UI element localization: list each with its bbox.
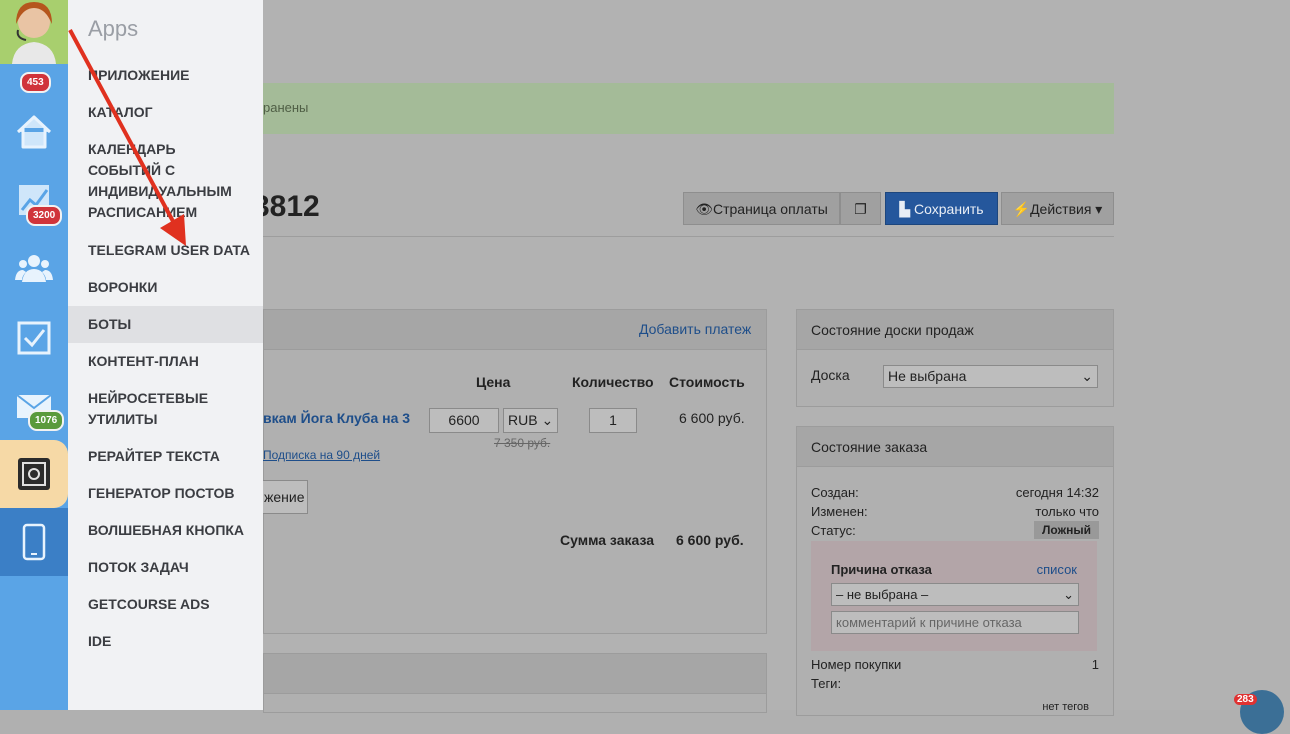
menu-item-calendar[interactable]: КАЛЕНДАРЬ СОБЫТИЙ С ИНДИВИДУАЛЬНЫМ РАСПИ… <box>68 139 263 223</box>
tasks-icon[interactable] <box>14 318 54 358</box>
menu-item-rewriter[interactable]: РЕРАЙТЕР ТЕКСТА <box>68 446 263 467</box>
phone-button[interactable] <box>0 508 68 576</box>
tags-value: нет тегов <box>1042 701 1089 713</box>
order-state-panel: Состояние заказа Создан: сегодня 14:32 И… <box>796 426 1114 716</box>
actions-dropdown[interactable]: ⚡Действия ▾ <box>1001 192 1114 225</box>
subscription-link[interactable]: Подписка на 90 дней <box>263 448 380 462</box>
col-price: Цена <box>476 374 511 390</box>
old-price: 7 350 руб. <box>494 436 551 450</box>
total-value: 6 600 руб. <box>676 532 744 548</box>
currency-select[interactable]: RUB ⌄ <box>503 408 558 433</box>
save-icon: ▙ <box>899 201 915 217</box>
save-button[interactable]: ▙ Сохранить <box>885 192 998 225</box>
board-panel: Состояние доски продаж Доска Не выбрана ⌄ <box>796 309 1114 407</box>
icon-rail: 453 3200 1076 <box>0 0 68 710</box>
board-label: Доска <box>811 367 850 383</box>
tags-label: Теги: <box>811 676 842 691</box>
order-items-panel: Добавить платеж <box>263 309 767 634</box>
page-title: 3812 <box>253 190 320 223</box>
row-cost: 6 600 руб. <box>679 410 745 426</box>
product-link[interactable]: вкам Йога Клуба на 3 <box>263 410 410 426</box>
reason-title: Причина отказа <box>831 562 932 577</box>
eye-icon: 👁 <box>695 201 713 217</box>
menu-item-magic-button[interactable]: ВОЛШЕБНАЯ КНОПКА <box>68 520 263 541</box>
menu-item-post-generator[interactable]: ГЕНЕРАТОР ПОСТОВ <box>68 483 263 504</box>
menu-item-ai-utilities[interactable]: НЕЙРОСЕТЕВЫЕ УТИЛИТЫ <box>68 388 263 430</box>
apps-button[interactable] <box>0 440 68 508</box>
menu-item-getcourse-ads[interactable]: GETCOURSE ADS <box>68 594 263 615</box>
purchase-value: 1 <box>1091 657 1099 672</box>
reason-comment-input[interactable]: комментарий к причине отказа <box>831 611 1079 634</box>
mail-badge: 1076 <box>28 410 65 431</box>
menu-item-bots[interactable]: БОТЫ <box>68 306 263 343</box>
board-panel-title: Состояние доски продаж <box>811 322 974 338</box>
users-icon[interactable] <box>14 248 54 288</box>
changed-label: Изменен: <box>811 504 868 519</box>
payment-page-button[interactable]: 👁Страница оплаты <box>683 192 840 225</box>
order-page: ранены 3812 👁Страница оплаты ❐ ▙ Сохрани… <box>253 0 1290 716</box>
home-icon[interactable] <box>14 112 54 152</box>
menu-item-task-flow[interactable]: ПОТОК ЗАДАЧ <box>68 557 263 578</box>
success-alert: ранены <box>263 83 1114 134</box>
copy-button[interactable]: ❐ <box>840 192 881 225</box>
reason-select[interactable]: – не выбрана – ⌄ <box>831 583 1079 606</box>
reject-reason-box: Причина отказа список – не выбрана – ⌄ ко… <box>811 541 1097 651</box>
created-label: Создан: <box>811 485 859 500</box>
status-badge: Ложный <box>1034 521 1099 539</box>
menu-item-catalog[interactable]: КАТАЛОГ <box>68 102 263 123</box>
second-panel <box>263 653 767 713</box>
menu-title: Apps <box>88 16 139 41</box>
phone-icon <box>22 523 46 561</box>
avatar[interactable] <box>0 0 68 64</box>
order-state-title: Состояние заказа <box>811 439 928 455</box>
status-label: Статус: <box>811 523 856 538</box>
changed-value: только что <box>1035 504 1099 519</box>
divider <box>263 236 1114 237</box>
reason-list-link[interactable]: список <box>1037 562 1077 577</box>
purchase-label: Номер покупки <box>811 657 902 672</box>
menu-item-funnels[interactable]: ВОРОНКИ <box>68 277 263 298</box>
apps-menu: Apps ПРИЛОЖЕНИЕ КАТАЛОГ КАЛЕНДАРЬ СОБЫТИ… <box>68 0 263 710</box>
menu-item-ide[interactable]: IDE <box>68 631 263 652</box>
alert-text: ранены <box>263 100 309 115</box>
col-quantity: Количество <box>572 374 654 390</box>
notification-badge: 453 <box>20 72 51 93</box>
menu-item-telegram-user-data[interactable]: TELEGRAM USER DATA <box>68 240 263 261</box>
col-cost: Стоимость <box>669 374 745 390</box>
chevron-down-icon: ⌄ <box>1063 587 1074 602</box>
menu-item-app[interactable]: ПРИЛОЖЕНИЕ <box>68 65 263 86</box>
stats-badge: 3200 <box>26 205 63 226</box>
price-input[interactable]: 6600 <box>429 408 499 433</box>
chevron-down-icon: ⌄ <box>1081 368 1093 384</box>
total-label: Сумма заказа <box>560 532 655 548</box>
menu-item-content-plan[interactable]: КОНТЕНТ-ПЛАН <box>68 351 263 372</box>
quantity-input[interactable]: 1 <box>589 408 637 433</box>
add-payment-link[interactable]: Добавить платеж <box>639 321 751 337</box>
chat-badge: 283 <box>1234 694 1257 705</box>
copy-icon: ❐ <box>854 201 867 217</box>
bolt-icon: ⚡ <box>1012 201 1031 217</box>
board-select[interactable]: Не выбрана ⌄ <box>883 365 1098 388</box>
created-value: сегодня 14:32 <box>1015 485 1099 500</box>
